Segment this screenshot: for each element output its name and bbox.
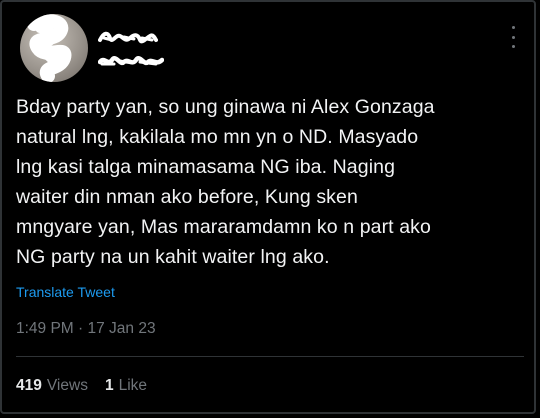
likes-count: 1 [104,377,114,394]
translate-tweet-link[interactable]: Translate Tweet [16,284,115,300]
views-stat[interactable]: 419 Views [16,377,88,395]
avatar-redaction-scribble [27,14,72,82]
tweet-timestamp[interactable]: 1:49 PM · 17 Jan 23 [16,320,156,338]
likes-stat[interactable]: 1 Like [105,377,147,395]
more-dot [511,45,515,48]
display-name-redacted[interactable] [98,28,158,46]
views-label: Views [46,377,88,394]
more-dot [511,35,515,39]
views-count: 419 [16,377,42,394]
avatar[interactable] [20,14,88,82]
more-dot [511,26,515,29]
username-redacted[interactable] [98,52,164,70]
divider [16,356,524,357]
likes-label: Like [118,377,148,394]
tweet-stats: 419 Views 1 Like [16,377,147,395]
tweet-body-text: Bday party yan, so ung ginawa ni Alex Go… [16,96,435,268]
more-options-icon[interactable] [506,26,520,48]
